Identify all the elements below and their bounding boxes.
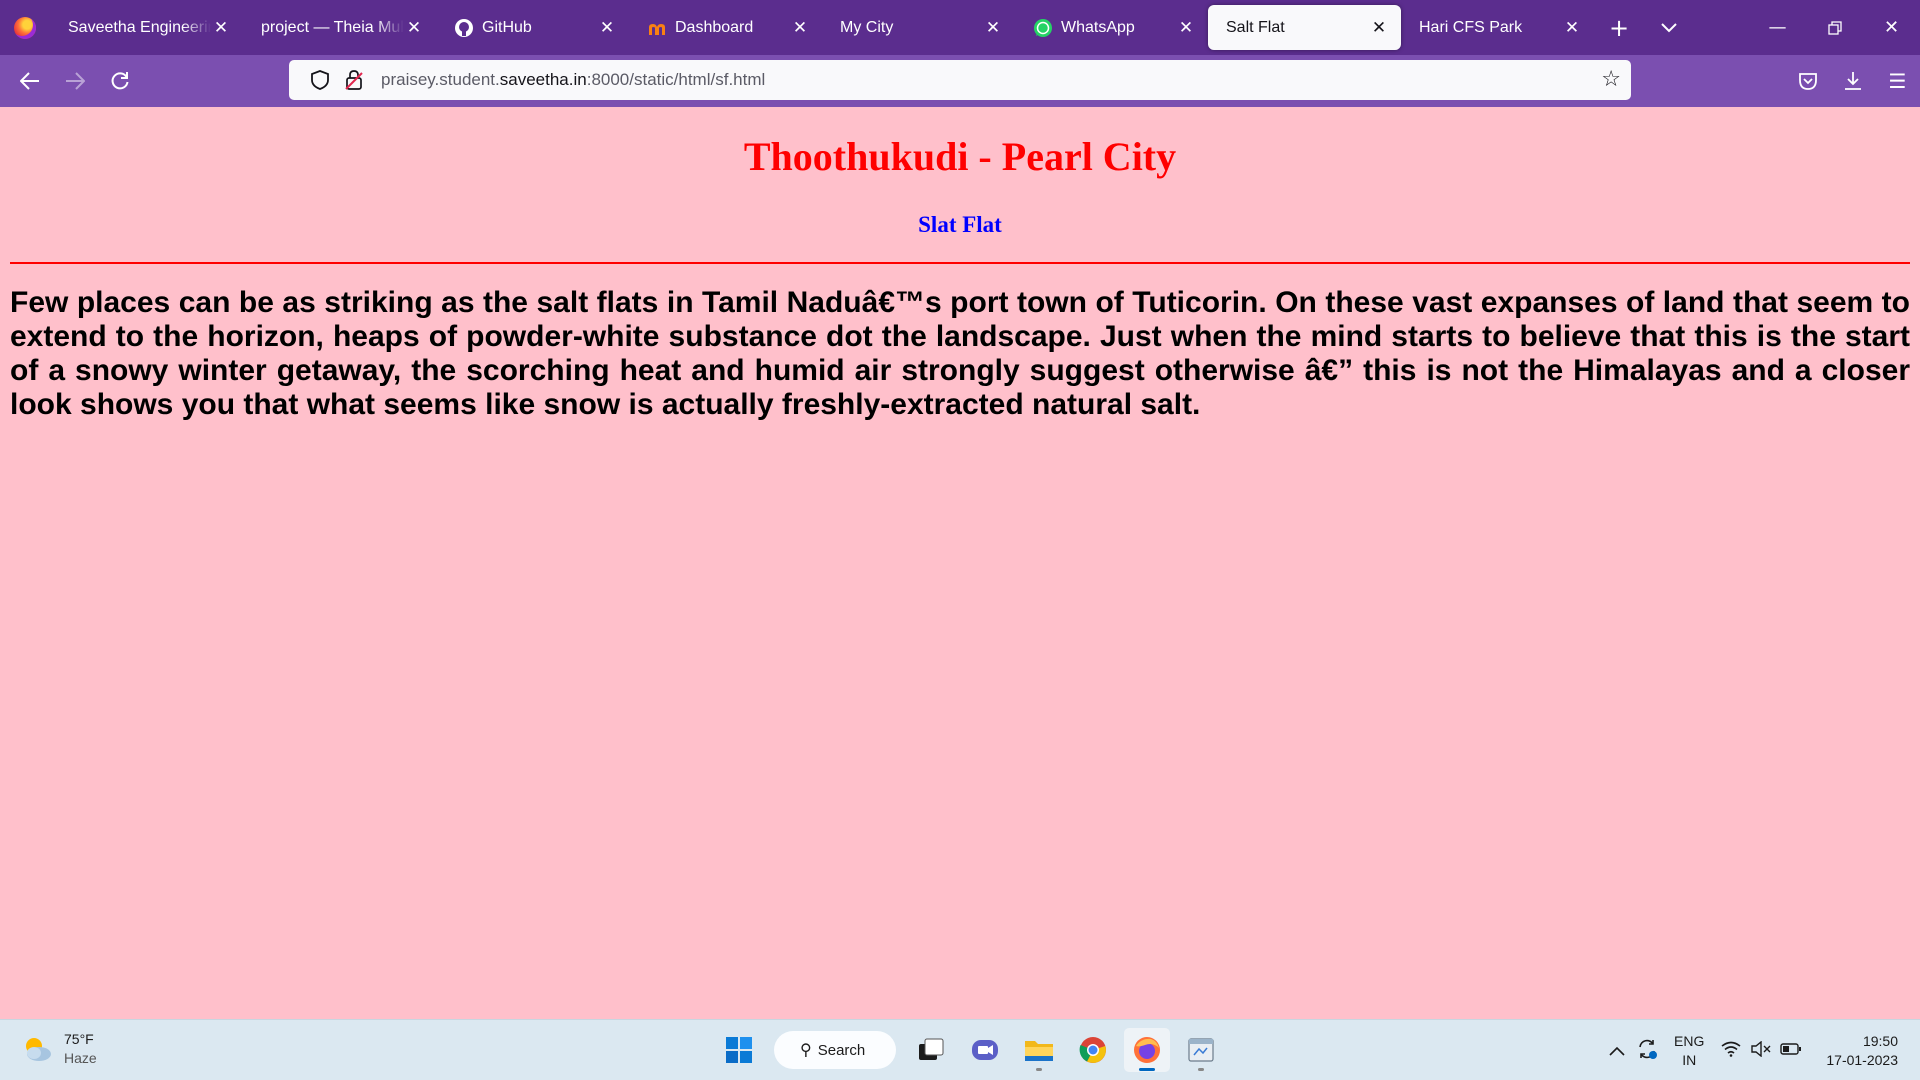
windows-start-icon[interactable] xyxy=(716,1028,762,1072)
forward-arrow-icon[interactable] xyxy=(52,61,97,101)
taskbar-search-button[interactable]: ⚲ Search xyxy=(774,1031,896,1069)
search-label: Search xyxy=(817,1041,866,1059)
search-icon: ⚲ xyxy=(800,1042,812,1059)
close-window-icon[interactable]: ✕ xyxy=(1863,0,1920,55)
pocket-icon[interactable] xyxy=(1785,55,1830,107)
navigation-toolbar: praisey.student.saveetha.in:8000/static/… xyxy=(0,55,1920,107)
tab-dashboard[interactable]: Dashboard ✕ xyxy=(629,5,822,50)
tab-whatsapp[interactable]: WhatsApp ✕ xyxy=(1015,5,1208,50)
firefox-taskbar-icon[interactable] xyxy=(1124,1028,1170,1072)
address-bar[interactable]: praisey.student.saveetha.in:8000/static/… xyxy=(289,60,1631,100)
tab-label: Saveetha Engineering xyxy=(68,18,211,36)
tab-salt-flat[interactable]: Salt Flat ✕ xyxy=(1208,5,1401,50)
tab-close-icon[interactable]: ✕ xyxy=(211,18,231,38)
moodle-icon xyxy=(647,18,667,38)
window-controls: — ✕ xyxy=(1749,0,1920,55)
taskbar-pinned-apps: ⚲ Search xyxy=(712,1028,1228,1072)
clock-time: 19:50 xyxy=(1862,1032,1898,1049)
tab-hari-cfs-park[interactable]: Hari CFS Park ✕ xyxy=(1401,5,1594,50)
insecure-connection-lock-icon[interactable] xyxy=(341,67,367,93)
file-explorer-icon[interactable] xyxy=(1016,1028,1062,1072)
tab-github[interactable]: GitHub ✕ xyxy=(436,5,629,50)
show-hidden-icons-chevron-icon[interactable] xyxy=(1602,1041,1632,1060)
tab-label: WhatsApp xyxy=(1061,18,1135,36)
tab-label: Hari CFS Park xyxy=(1419,18,1523,36)
task-view-icon[interactable] xyxy=(908,1028,954,1072)
tracking-protection-shield-icon[interactable] xyxy=(307,67,333,93)
app-window-icon[interactable] xyxy=(1178,1028,1224,1072)
weather-widget[interactable]: 75°F Haze xyxy=(20,1030,97,1068)
weather-temperature: 75°F xyxy=(64,1031,94,1047)
github-icon xyxy=(454,18,474,38)
weather-description: Haze xyxy=(64,1050,97,1066)
tab-project-theia[interactable]: project — Theia Multi- ✕ xyxy=(243,5,436,50)
tab-label: project — Theia Multi- xyxy=(261,18,404,36)
url-prefix: praisey.student. xyxy=(381,70,500,89)
tab-close-icon[interactable]: ✕ xyxy=(1176,18,1196,38)
system-tray: ENG IN 19:50 17-01-2023 xyxy=(1602,1020,1920,1080)
tab-label: GitHub xyxy=(482,18,532,36)
tab-close-icon[interactable]: ✕ xyxy=(404,18,424,38)
sync-icon[interactable] xyxy=(1632,1038,1662,1064)
weather-haze-icon xyxy=(20,1032,54,1066)
page-title: Thoothukudi - Pearl City xyxy=(743,134,1177,179)
lang-code: ENG xyxy=(1674,1032,1705,1049)
page-subtitle: Slat Flat xyxy=(918,212,1002,237)
tab-label: Dashboard xyxy=(675,18,754,36)
web-page: Thoothukudi - Pearl City Slat Flat Few p… xyxy=(0,107,1920,1019)
toolbar-right-buttons: ☰ xyxy=(1785,55,1920,107)
tab-saveetha-engineering[interactable]: Saveetha Engineering ✕ xyxy=(50,5,243,50)
tab-close-icon[interactable]: ✕ xyxy=(790,18,810,38)
horizontal-rule xyxy=(10,262,1910,264)
url-text[interactable]: praisey.student.saveetha.in:8000/static/… xyxy=(381,70,765,90)
taskbar-clock[interactable]: 19:50 17-01-2023 xyxy=(1826,1032,1898,1070)
tab-label: My City xyxy=(840,18,894,36)
clock-date: 17-01-2023 xyxy=(1826,1051,1898,1068)
tab-close-icon[interactable]: ✕ xyxy=(1369,18,1389,38)
restore-icon[interactable] xyxy=(1806,0,1863,55)
battery-icon[interactable] xyxy=(1776,1041,1806,1060)
input-language-indicator[interactable]: ENG IN xyxy=(1674,1032,1704,1070)
windows-taskbar: 75°F Haze ⚲ Search ENG IN 19:50 17-01-20… xyxy=(0,1019,1920,1080)
body-paragraph: Few places can be as striking as the sal… xyxy=(10,286,1910,421)
tab-close-icon[interactable]: ✕ xyxy=(597,18,617,38)
downloads-icon[interactable] xyxy=(1830,55,1875,107)
volume-muted-icon[interactable] xyxy=(1746,1040,1776,1061)
lang-region: IN xyxy=(1682,1051,1697,1068)
whatsapp-icon xyxy=(1033,18,1053,38)
reload-icon[interactable] xyxy=(97,61,142,101)
tab-close-icon[interactable]: ✕ xyxy=(1562,18,1582,38)
hamburger-menu-icon[interactable]: ☰ xyxy=(1875,55,1920,107)
tab-strip: Saveetha Engineering ✕ project — Theia M… xyxy=(0,0,1920,55)
firefox-menu-icon[interactable] xyxy=(0,0,50,55)
bookmark-star-icon[interactable]: ☆ xyxy=(1601,67,1621,92)
url-path: :8000/static/html/sf.html xyxy=(586,70,766,89)
minimize-icon[interactable]: — xyxy=(1749,0,1806,55)
tab-close-icon[interactable]: ✕ xyxy=(983,18,1003,38)
teams-chat-icon[interactable] xyxy=(962,1028,1008,1072)
list-all-tabs-chevron-icon[interactable] xyxy=(1644,5,1694,50)
tab-label: Salt Flat xyxy=(1226,18,1285,36)
new-tab-plus-icon[interactable]: + xyxy=(1594,5,1644,50)
chrome-icon[interactable] xyxy=(1070,1028,1116,1072)
url-domain: saveetha.in xyxy=(499,70,587,89)
back-arrow-icon[interactable] xyxy=(7,61,52,101)
tab-my-city[interactable]: My City ✕ xyxy=(822,5,1015,50)
wifi-icon[interactable] xyxy=(1716,1041,1746,1061)
tab-list: Saveetha Engineering ✕ project — Theia M… xyxy=(50,0,1594,55)
